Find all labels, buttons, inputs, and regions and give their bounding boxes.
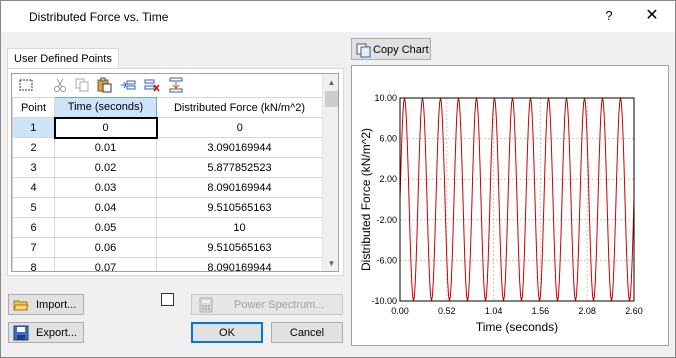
copy-chart-icon <box>356 42 372 61</box>
table-row: 5 0.04 9.510565163 <box>12 197 323 218</box>
time-cell[interactable]: 0.01 <box>54 137 157 158</box>
points-grid: Point Time (seconds) Distributed Force (… <box>11 73 339 272</box>
x-tick-label: 1.56 <box>532 306 550 316</box>
time-cell[interactable]: 0 <box>53 116 158 139</box>
tab-label: User Defined Points <box>14 53 112 65</box>
cut-icon[interactable] <box>52 77 68 93</box>
scroll-thumb[interactable] <box>325 91 338 107</box>
chart-area: 0.00 0.52 1.04 1.56 2.08 2.60 10.00 6.00 2.00 -2.… <box>351 65 669 346</box>
time-cell[interactable]: 0.06 <box>54 237 157 258</box>
title-bar: Distributed Force vs. Time ? ✕ <box>1 1 675 32</box>
time-cell[interactable]: 0.07 <box>54 257 157 271</box>
table-row: 4 0.03 8.090169944 <box>12 177 323 198</box>
row-number[interactable]: 1 <box>12 117 55 138</box>
close-button[interactable]: ✕ <box>642 6 662 26</box>
x-tick-label: 1.04 <box>485 306 503 316</box>
y-axis-label: Distributed Force (kN/m^2) <box>359 128 373 271</box>
y-tick-label: 10.00 <box>374 93 397 103</box>
header-distributed-force[interactable]: Distributed Force (kN/m^2) <box>156 97 323 118</box>
row-number[interactable]: 5 <box>12 197 55 218</box>
copy-chart-label: Copy Chart <box>373 44 429 56</box>
force-cell[interactable]: 8.090169944 <box>156 257 323 271</box>
force-cell[interactable]: 8.090169944 <box>156 177 323 198</box>
table-header-row: Point Time (seconds) Distributed Force (… <box>12 97 323 118</box>
row-number[interactable]: 2 <box>12 137 55 158</box>
save-disk-icon <box>13 325 29 344</box>
import-button[interactable]: Import... <box>8 294 84 315</box>
select-all-icon[interactable] <box>18 77 34 93</box>
y-tick-label: -2.00 <box>376 215 397 225</box>
row-number[interactable]: 7 <box>12 237 55 258</box>
table-row: 1 0 0 <box>12 116 323 139</box>
grid-toolbar <box>12 74 322 96</box>
power-spectrum-label: Power Spectrum... <box>234 299 325 311</box>
table-row: 7 0.06 9.510565163 <box>12 237 323 258</box>
x-tick-label: 2.60 <box>625 306 643 316</box>
row-number[interactable]: 4 <box>12 177 55 198</box>
x-tick-label: 0.52 <box>438 306 456 316</box>
cancel-button[interactable]: Cancel <box>271 322 343 343</box>
force-time-chart: 0.00 0.52 1.04 1.56 2.08 2.60 10.00 6.00 2.00 -2.… <box>359 93 643 334</box>
x-tick-label: 0.00 <box>391 306 409 316</box>
force-cell[interactable]: 0 <box>156 117 323 138</box>
window-title: Distributed Force vs. Time <box>29 10 169 24</box>
paste-icon[interactable] <box>96 77 112 93</box>
insert-row-icon[interactable] <box>120 77 136 93</box>
points-table: Point Time (seconds) Distributed Force (… <box>12 97 323 271</box>
folder-open-icon <box>13 297 29 316</box>
cancel-label: Cancel <box>289 327 325 339</box>
copy-chart-button[interactable]: Copy Chart <box>351 38 431 60</box>
ok-label: OK <box>219 327 235 339</box>
time-cell[interactable]: 0.03 <box>54 177 157 198</box>
row-number[interactable]: 3 <box>12 157 55 178</box>
y-tick-label: -10.00 <box>371 296 397 306</box>
time-cell[interactable]: 0.02 <box>54 157 157 178</box>
time-cell[interactable]: 0.05 <box>54 217 157 238</box>
export-button[interactable]: Export... <box>8 322 84 343</box>
header-time[interactable]: Time (seconds) <box>54 97 157 118</box>
force-cell[interactable]: 9.510565163 <box>156 197 323 218</box>
row-number[interactable]: 8 <box>12 257 55 271</box>
table-row: 6 0.05 10 <box>12 217 323 238</box>
calculator-icon <box>198 297 214 316</box>
power-spectrum-button[interactable]: Power Spectrum... <box>191 294 343 315</box>
x-tick-label: 2.08 <box>578 306 596 316</box>
force-cell[interactable]: 9.510565163 <box>156 237 323 258</box>
table-row: 3 0.02 5.877852523 <box>12 157 323 178</box>
y-tick-label: -6.00 <box>376 255 397 265</box>
ok-button[interactable]: OK <box>191 322 263 343</box>
dialog-window: Distributed Force vs. Time ? ✕ User Defi… <box>0 0 676 358</box>
copy-icon[interactable] <box>74 77 90 93</box>
table-row: 2 0.01 3.090169944 <box>12 137 323 158</box>
header-point[interactable]: Point <box>12 97 55 118</box>
grid-vertical-scrollbar[interactable]: ▲ ▼ <box>322 74 338 271</box>
power-spectrum-checkbox[interactable] <box>161 293 174 306</box>
x-axis-label: Time (seconds) <box>476 320 558 334</box>
scroll-up-icon[interactable]: ▲ <box>323 74 338 91</box>
y-tick-label: 2.00 <box>379 174 397 184</box>
import-label: Import... <box>36 299 77 311</box>
tab-user-defined-points[interactable]: User Defined Points <box>7 48 119 69</box>
scroll-down-icon[interactable]: ▼ <box>323 255 338 271</box>
delete-row-icon[interactable] <box>144 77 160 93</box>
export-label: Export... <box>36 327 77 339</box>
time-cell[interactable]: 0.04 <box>54 197 157 218</box>
y-tick-label: 6.00 <box>379 134 397 144</box>
append-row-icon[interactable] <box>168 77 184 93</box>
help-button[interactable]: ? <box>599 6 619 26</box>
force-cell[interactable]: 5.877852523 <box>156 157 323 178</box>
force-cell[interactable]: 10 <box>156 217 323 238</box>
row-number[interactable]: 6 <box>12 217 55 238</box>
table-row: 8 0.07 8.090169944 <box>12 257 323 271</box>
force-cell[interactable]: 3.090169944 <box>156 137 323 158</box>
